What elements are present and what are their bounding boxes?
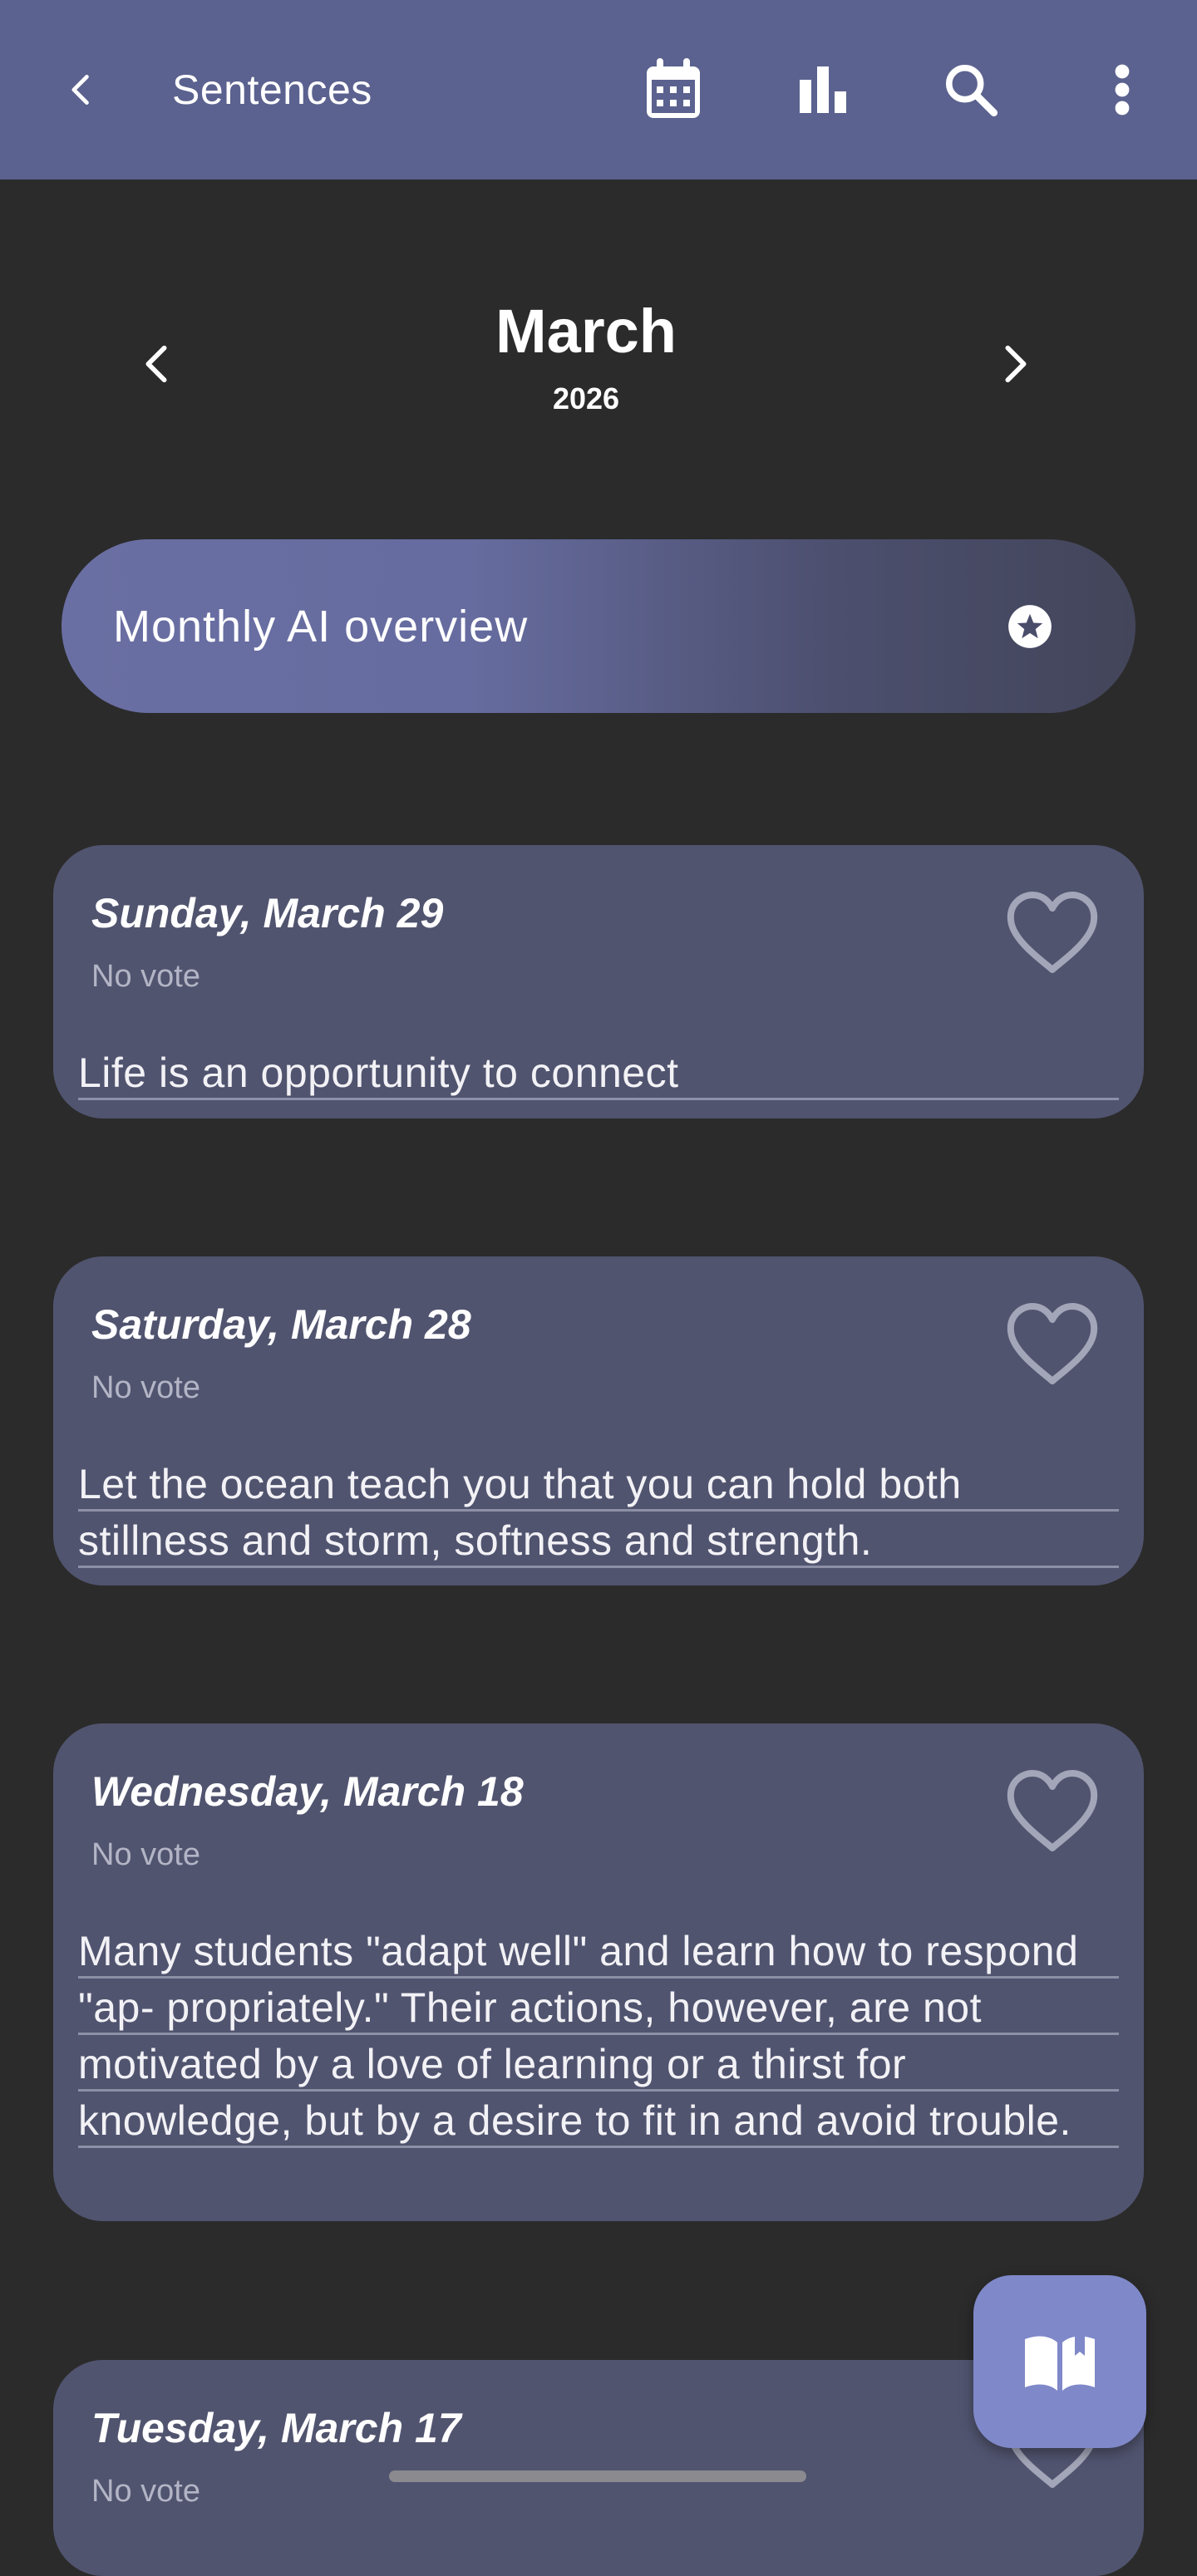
bar-chart-icon [800, 66, 846, 113]
entry-date: Tuesday, March 17 [91, 2405, 461, 2451]
statistics-button[interactable] [781, 48, 864, 131]
year-label: 2026 [552, 381, 620, 415]
page-title: Sentences [172, 66, 372, 113]
sentence-card[interactable]: Wednesday, March 18 No vote Many student… [53, 1723, 1144, 2221]
next-month-button[interactable] [983, 331, 1049, 397]
search-icon [945, 64, 998, 117]
vote-status: No vote [91, 1370, 200, 1405]
more-vert-icon [1115, 64, 1130, 116]
heart-outline-icon[interactable] [1004, 1301, 1101, 1388]
open-book-icon [1025, 2333, 1095, 2391]
entry-date: Sunday, March 29 [91, 890, 444, 937]
sentence-card[interactable]: Saturday, March 28 No vote Let the ocean… [53, 1256, 1144, 1585]
sentence-text: Let the ocean teach you that you can hol… [78, 1456, 1119, 1569]
vote-status: No vote [91, 2474, 200, 2509]
sentence-text: Life is an opportunity to connect [78, 1045, 1119, 1101]
back-arrow-icon [71, 75, 89, 105]
read-book-fab[interactable] [973, 2275, 1146, 2448]
entry-date: Saturday, March 28 [91, 1301, 471, 1348]
sentence-text: Many students "adapt well" and learn how… [78, 1923, 1119, 2149]
vote-status: No vote [91, 959, 200, 994]
ai-overview-label: Monthly AI overview [113, 602, 529, 651]
back-button[interactable] [47, 55, 116, 125]
more-options-button[interactable] [1081, 48, 1164, 131]
previous-month-button[interactable] [123, 331, 190, 397]
chevron-left-icon [145, 345, 167, 383]
calendar-icon [647, 58, 700, 118]
sentence-card[interactable]: Sunday, March 29 No vote Life is an oppo… [53, 845, 1144, 1118]
vote-status: No vote [91, 1837, 200, 1872]
month-label: March [495, 297, 677, 366]
heart-outline-icon[interactable] [1004, 1768, 1101, 1855]
app-bar: Sentences [0, 0, 1197, 179]
entry-date: Wednesday, March 18 [91, 1768, 524, 1815]
calendar-button[interactable] [632, 48, 715, 131]
heart-outline-icon[interactable] [1004, 890, 1101, 976]
gesture-navigation-bar[interactable] [389, 2470, 806, 2482]
month-navigator: March 2026 [0, 274, 1197, 440]
monthly-ai-overview-button[interactable]: Monthly AI overview [62, 539, 1135, 713]
chevron-right-icon [1005, 345, 1027, 383]
search-button[interactable] [929, 48, 1012, 131]
star-circle-icon [1008, 605, 1052, 648]
